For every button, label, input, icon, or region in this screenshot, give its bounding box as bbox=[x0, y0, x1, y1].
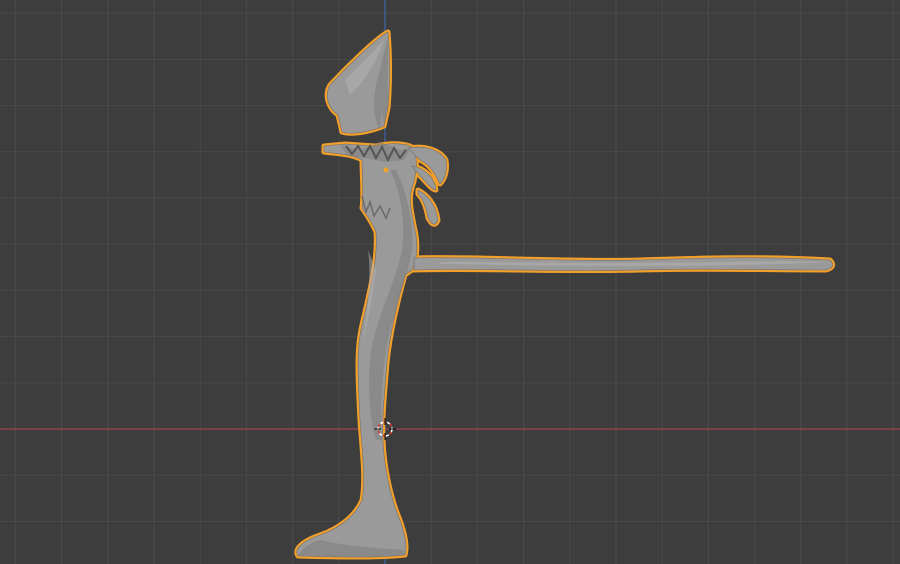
viewport-canvas[interactable] bbox=[0, 0, 900, 564]
viewport-background bbox=[0, 0, 900, 564]
object-origin-dot bbox=[383, 167, 389, 173]
3d-viewport[interactable] bbox=[0, 0, 900, 564]
